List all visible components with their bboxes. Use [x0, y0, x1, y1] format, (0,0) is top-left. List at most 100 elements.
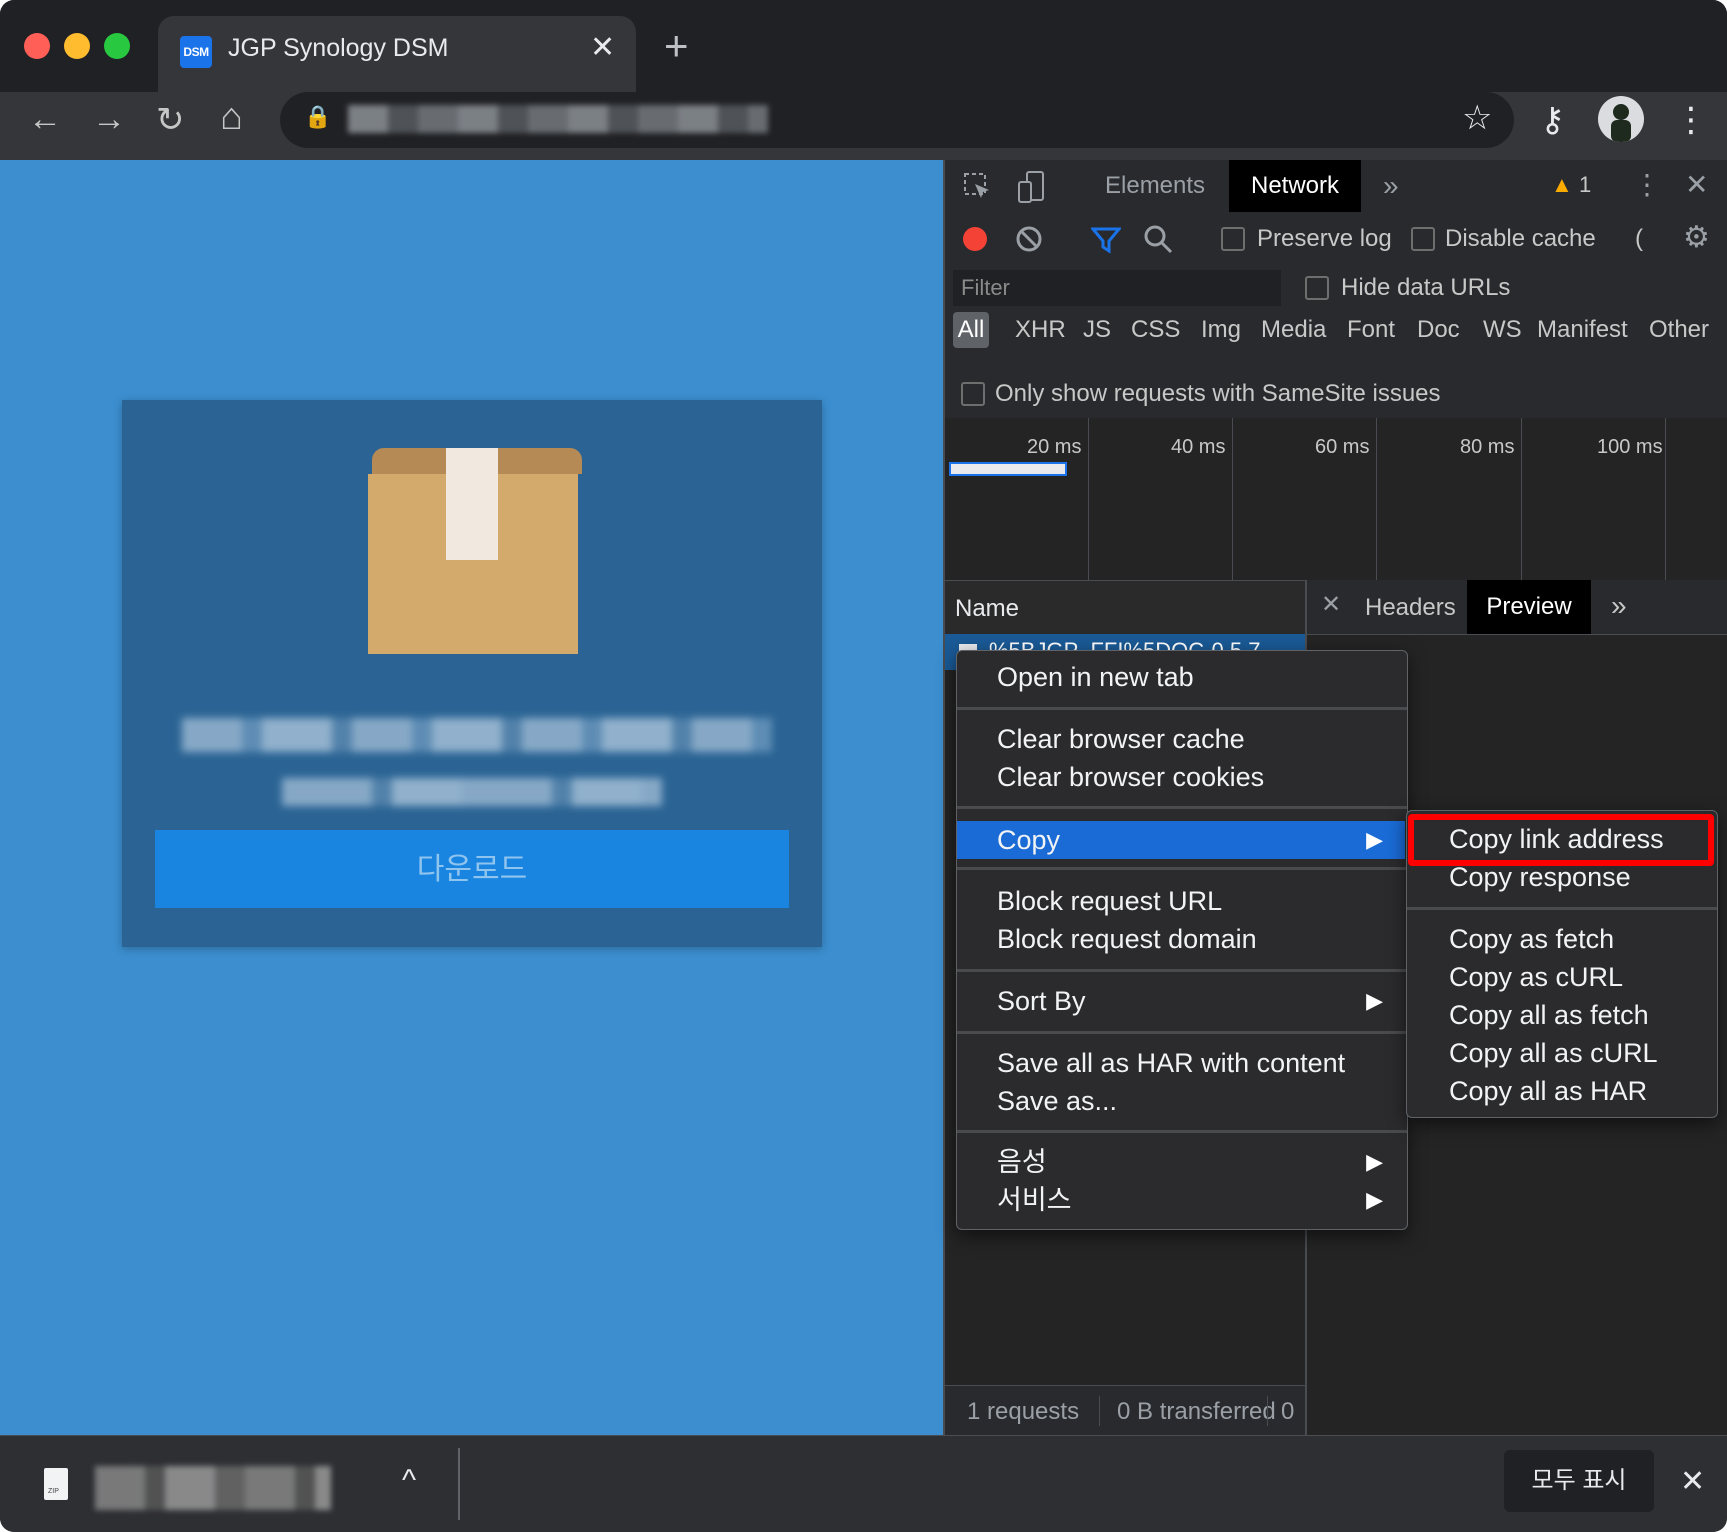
record-icon[interactable]: [963, 227, 987, 251]
services-label: 서비스: [997, 1185, 1072, 1215]
timeline-label: 60 ms: [1315, 436, 1370, 458]
status-extra: 0: [1281, 1398, 1295, 1425]
submenu-arrow-icon: ▶: [1366, 1149, 1383, 1174]
disable-cache-checkbox[interactable]: [1411, 227, 1435, 251]
forward-icon[interactable]: →: [92, 100, 126, 139]
network-status-bar: 1 requests 0 B transferred 0: [945, 1385, 1305, 1436]
filter-icon[interactable]: [1091, 226, 1121, 254]
menu-item-voice[interactable]: 음성 ▶: [957, 1143, 1405, 1181]
chrome-menu-icon[interactable]: ⋮: [1674, 100, 1708, 140]
tab-elements[interactable]: Elements: [1105, 160, 1205, 212]
tab-headers[interactable]: Headers: [1365, 594, 1456, 622]
close-shelf-icon[interactable]: ✕: [1680, 1464, 1705, 1499]
close-detail-icon[interactable]: ✕: [1321, 590, 1341, 619]
requests-count: 1 requests: [967, 1398, 1080, 1425]
menu-item-copy-as-fetch[interactable]: Copy as fetch: [1407, 920, 1717, 958]
menu-item-open-new-tab[interactable]: Open in new tab: [957, 658, 1407, 696]
settings-gear-icon[interactable]: ⚙: [1683, 220, 1710, 255]
browser-window: DSM JGP Synology DSM ✕ + ← → ↻ ⌂ 🔒 ☆ ⚷ ⋮…: [0, 0, 1727, 1532]
download-button[interactable]: 다운로드: [155, 830, 789, 908]
back-icon[interactable]: ←: [28, 100, 62, 139]
devtools-tabbar: Elements Network » ▲ 1 ⋮ ✕: [945, 160, 1727, 213]
samesite-checkbox[interactable]: [961, 382, 985, 406]
clear-icon[interactable]: [1015, 225, 1043, 253]
chevron-up-icon[interactable]: ^: [402, 1464, 416, 1498]
filesize-redacted: [282, 778, 662, 806]
hide-data-urls-label: Hide data URLs: [1341, 274, 1511, 301]
menu-item-copy[interactable]: Copy ▶: [957, 821, 1405, 859]
tab-close-icon[interactable]: ✕: [590, 30, 615, 65]
profile-avatar[interactable]: [1598, 96, 1644, 142]
address-bar[interactable]: 🔒 ☆: [280, 92, 1514, 148]
menu-item-save-har[interactable]: Save all as HAR with content: [957, 1044, 1407, 1082]
menu-item-save-as[interactable]: Save as...: [957, 1082, 1407, 1120]
inspect-element-icon[interactable]: [963, 172, 993, 202]
type-filter-xhr[interactable]: XHR: [1015, 316, 1066, 344]
zip-file-label: ZIP: [48, 1488, 59, 1495]
menu-item-copy-all-curl[interactable]: Copy all as cURL: [1407, 1034, 1717, 1072]
more-detail-tabs-icon[interactable]: »: [1611, 590, 1627, 622]
name-column-header[interactable]: Name: [945, 580, 1305, 636]
filename-redacted: [182, 718, 772, 752]
share-card: 다운로드: [122, 400, 822, 947]
devtools-menu-icon[interactable]: ⋮: [1633, 168, 1661, 201]
samesite-row: Only show requests with SameSite issues: [945, 370, 1727, 419]
menu-item-copy-all-fetch[interactable]: Copy all as fetch: [1407, 996, 1717, 1034]
timeline-label: 80 ms: [1460, 436, 1515, 458]
type-filter-font[interactable]: Font: [1347, 316, 1395, 344]
close-window-button[interactable]: [24, 33, 50, 59]
type-filter-manifest[interactable]: Manifest: [1537, 316, 1628, 344]
submenu-arrow-icon: ▶: [1366, 988, 1383, 1013]
box-tape: [446, 448, 498, 560]
type-filter-css[interactable]: CSS: [1131, 316, 1180, 344]
filter-input[interactable]: Filter: [953, 270, 1281, 306]
type-filter-doc[interactable]: Doc: [1417, 316, 1460, 344]
menu-item-clear-cache[interactable]: Clear browser cache: [957, 720, 1407, 758]
request-detail-tabs: ✕ Headers Preview »: [1307, 580, 1727, 635]
browser-tab[interactable]: DSM JGP Synology DSM ✕: [158, 16, 636, 92]
key-icon[interactable]: ⚷: [1540, 100, 1565, 140]
type-filter-ws[interactable]: WS: [1483, 316, 1522, 344]
show-all-button[interactable]: 모두 표시: [1504, 1450, 1654, 1512]
type-filter-media[interactable]: Media: [1261, 316, 1326, 344]
zoom-window-button[interactable]: [104, 33, 130, 59]
preserve-log-checkbox[interactable]: [1221, 227, 1245, 251]
menu-item-copy-as-curl[interactable]: Copy as cURL: [1407, 958, 1717, 996]
menu-item-copy-all-har[interactable]: Copy all as HAR: [1407, 1072, 1717, 1110]
warning-icon[interactable]: ▲: [1551, 172, 1573, 198]
reload-icon[interactable]: ↻: [156, 100, 185, 140]
hide-data-urls-checkbox[interactable]: [1305, 276, 1329, 300]
menu-item-sort-by[interactable]: Sort By ▶: [957, 982, 1405, 1020]
name-header-label: Name: [955, 595, 1020, 622]
context-menu: Open in new tab Clear browser cache Clea…: [956, 650, 1408, 1230]
home-icon[interactable]: ⌂: [220, 96, 243, 139]
copy-label: Copy: [997, 825, 1061, 855]
device-toolbar-icon[interactable]: [1017, 170, 1047, 204]
filter-bar: Filter Hide data URLs All XHR JS CSS Img…: [945, 266, 1727, 370]
download-filename-redacted[interactable]: [95, 1466, 331, 1510]
tab-preview[interactable]: Preview: [1467, 580, 1591, 634]
lock-icon[interactable]: 🔒: [304, 104, 331, 130]
throttling-clipped[interactable]: (: [1635, 225, 1643, 253]
devtools-close-icon[interactable]: ✕: [1685, 168, 1708, 201]
type-filter-img[interactable]: Img: [1201, 316, 1241, 344]
menu-separator: [957, 806, 1407, 809]
transferred-size: 0 B transferred: [1117, 1398, 1276, 1425]
minimize-window-button[interactable]: [64, 33, 90, 59]
type-filter-all[interactable]: All: [953, 312, 989, 348]
tab-network[interactable]: Network: [1229, 160, 1362, 212]
bookmark-star-icon[interactable]: ☆: [1462, 98, 1492, 138]
menu-item-services[interactable]: 서비스 ▶: [957, 1181, 1405, 1219]
timeline-gridline: [1521, 418, 1522, 580]
menu-separator: [957, 1130, 1407, 1133]
more-tabs-icon[interactable]: »: [1383, 160, 1399, 212]
search-icon[interactable]: [1143, 224, 1173, 254]
new-tab-button[interactable]: +: [664, 22, 689, 70]
menu-item-clear-cookies[interactable]: Clear browser cookies: [957, 758, 1407, 796]
menu-item-block-domain[interactable]: Block request domain: [957, 920, 1407, 958]
type-filter-other[interactable]: Other: [1649, 316, 1709, 344]
menu-item-block-url[interactable]: Block request URL: [957, 882, 1407, 920]
menu-separator: [957, 867, 1407, 870]
timeline-label: 20 ms: [1027, 436, 1082, 458]
type-filter-js[interactable]: JS: [1083, 316, 1111, 344]
